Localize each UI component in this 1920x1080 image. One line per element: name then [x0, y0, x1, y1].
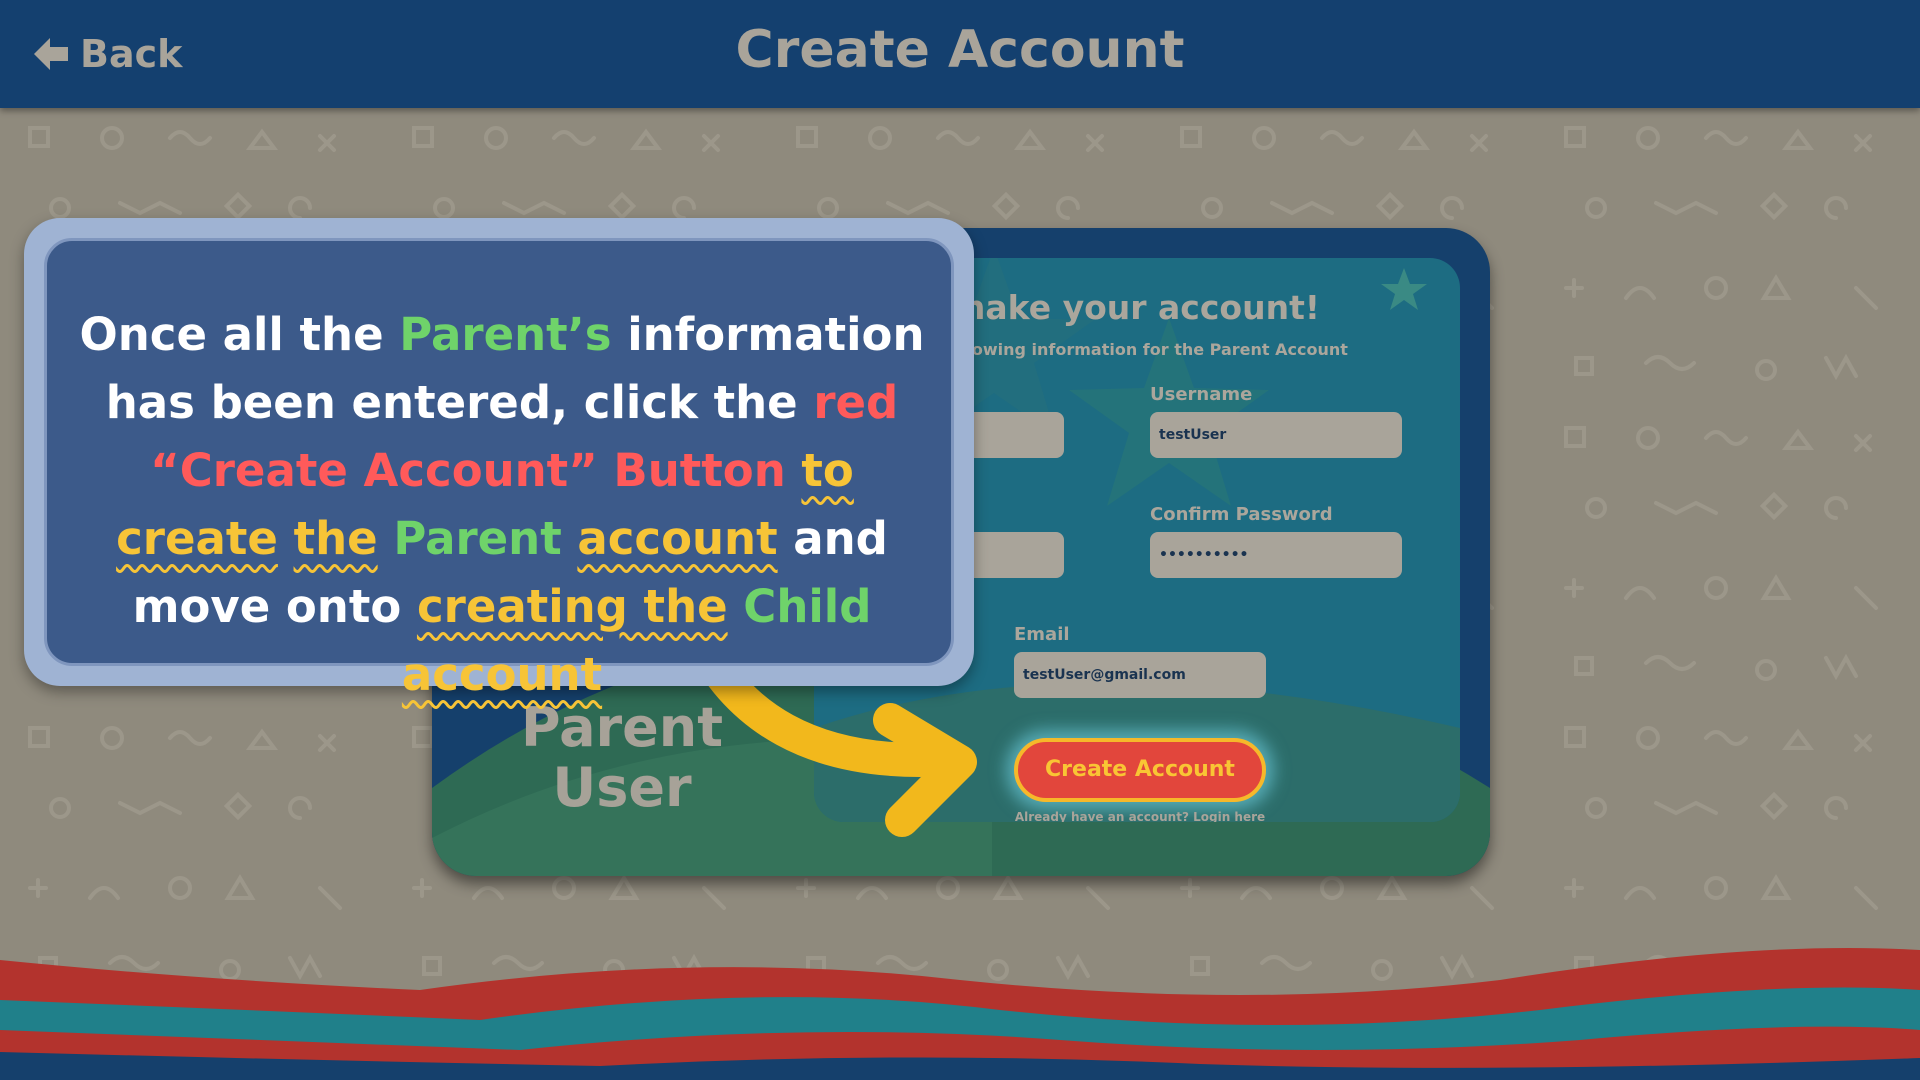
instruction-part: Parent’s [399, 308, 612, 361]
email-input[interactable]: testUser@gmail.com [1014, 652, 1266, 698]
username-input[interactable]: testUser [1150, 412, 1402, 458]
create-account-button[interactable]: Create Account [1014, 738, 1266, 802]
instruction-popup-body: Once all the Parent’s information has be… [44, 238, 954, 701]
page-title: Create Account [735, 20, 1185, 80]
instruction-part: Parent [393, 512, 562, 565]
email-label: Email [1014, 624, 1070, 645]
confirm-password-input[interactable]: •••••••••• [1150, 532, 1402, 578]
instruction-text: Once all the Parent’s information has be… [67, 301, 937, 709]
instruction-part: the [293, 512, 378, 565]
instruction-popup: Once all the Parent’s information has be… [24, 218, 974, 701]
username-label: Username [1150, 384, 1253, 405]
login-link[interactable]: Already have an account? Login here [984, 810, 1296, 822]
confirm-password-label: Confirm Password [1150, 504, 1333, 525]
instruction-part: Once all the [79, 308, 384, 361]
instruction-part: account [401, 648, 603, 701]
instruction-part: creating the [416, 580, 728, 633]
instruction-part: Child [743, 580, 872, 633]
bottom-wave-decoration [0, 948, 1920, 1080]
instruction-part: account [577, 512, 778, 565]
top-bar: Back Create Account [0, 0, 1920, 108]
